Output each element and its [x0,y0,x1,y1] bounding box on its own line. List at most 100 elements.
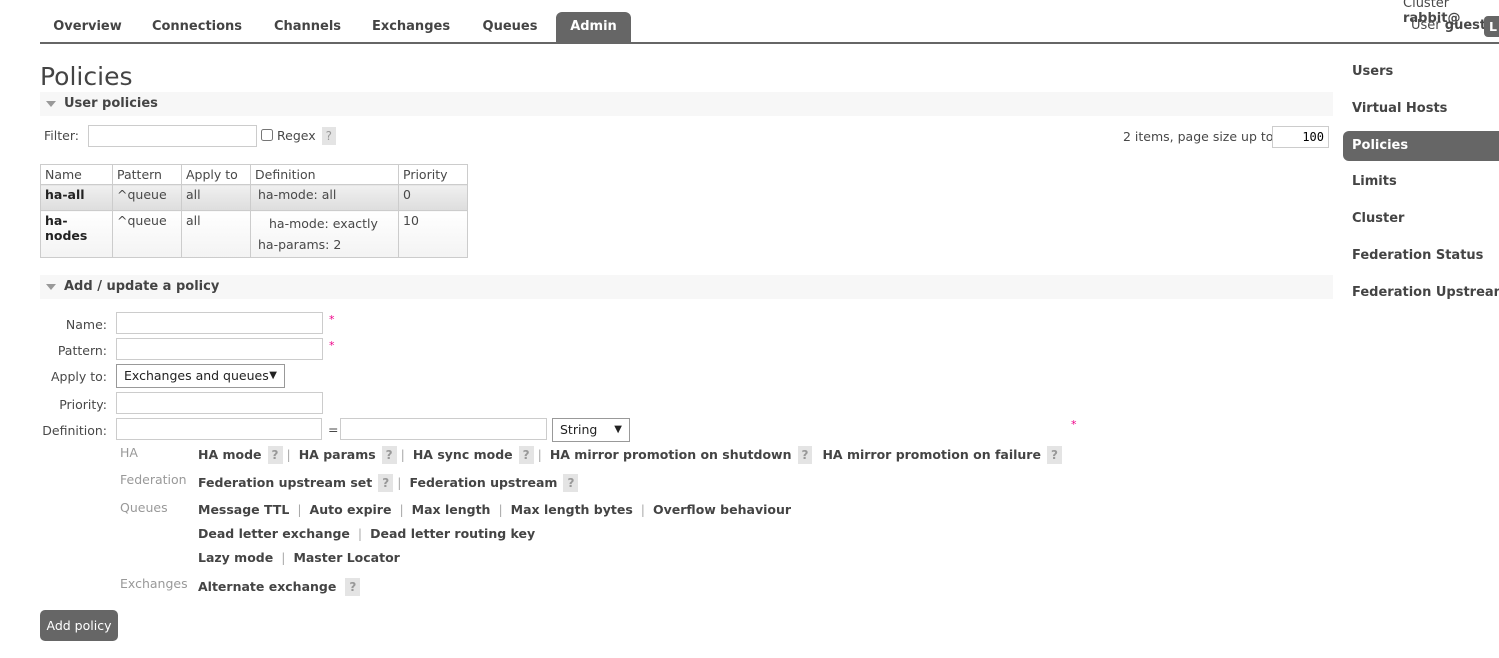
page-title: Policies [40,62,133,91]
def-value: all [321,187,337,202]
option-ha-promotion-shutdown[interactable]: HA mirror promotion on shutdown [550,447,792,462]
apply-to-value: Exchanges and queues [124,368,269,383]
sidebar-item-limits[interactable]: Limits [1352,174,1397,189]
group-federation-label: Federation [120,472,187,487]
table-row[interactable]: ha-all ^queue all ha-mode: all 0 [40,184,468,211]
col-pattern: Pattern [112,164,182,185]
option-ha-mode[interactable]: HA mode [198,447,262,462]
sidebar-item-federation-upstreams[interactable]: Federation Upstreams [1352,285,1499,300]
priority-label: Priority: [59,397,107,412]
nav-divider [40,42,1499,44]
option-dead-letter-exchange[interactable]: Dead letter exchange [198,526,350,541]
queues-options: Message TTL | Auto expire | Max length | Max l… [198,502,792,517]
sidebar-item-policies[interactable]: Policies [1343,131,1499,161]
option-federation-upstream-set[interactable]: Federation upstream set [198,475,372,490]
group-queues-label: Queues [120,500,168,515]
def-key: ha-mode: [269,216,329,231]
user-name: guest [1444,18,1487,33]
collapse-triangle-icon [46,284,56,290]
filter-label: Filter: [44,128,79,143]
option-ha-params[interactable]: HA params [299,447,376,462]
option-master-locator[interactable]: Master Locator [293,550,399,565]
collapse-triangle-icon [46,101,56,107]
policy-definition: ha-mode: exactly ha-params: 2 [250,210,399,258]
policy-priority: 0 [398,184,468,211]
option-dead-letter-routing-key[interactable]: Dead letter routing key [370,526,535,541]
table-header-row: Name Pattern Apply to Definition Priorit… [40,164,468,185]
help-icon[interactable]: ? [267,446,283,464]
help-icon[interactable]: ? [1046,446,1062,464]
user-policies-header[interactable]: User policies [40,92,1333,116]
user-label: User [1411,18,1441,33]
required-marker: * [1071,418,1077,431]
group-exchanges-label: Exchanges [120,576,188,591]
option-lazy-mode[interactable]: Lazy mode [198,550,273,565]
exchanges-options: Alternate exchange? [198,578,361,596]
tab-overview[interactable]: Overview [40,12,135,43]
option-ha-promotion-failure[interactable]: HA mirror promotion on failure [822,447,1040,462]
policy-apply-to: all [181,210,251,258]
option-max-length-bytes[interactable]: Max length bytes [511,502,633,517]
policy-pattern: ^queue [112,210,182,258]
help-icon[interactable]: ? [345,578,361,596]
tab-admin[interactable]: Admin [556,12,631,43]
required-marker: * [329,313,335,326]
page-size-input[interactable] [1272,126,1329,148]
user-info: User guest [1411,18,1486,33]
priority-input[interactable] [116,392,323,414]
definition-type-select[interactable]: String ▼ [552,418,630,442]
help-icon[interactable]: ? [381,446,397,464]
queues-options-misc: Lazy mode | Master Locator [198,550,400,565]
help-icon[interactable]: ? [378,474,394,492]
help-icon[interactable]: ? [321,127,336,145]
option-ha-sync-mode[interactable]: HA sync mode [413,447,513,462]
dropdown-arrow-icon: ▼ [614,424,622,435]
option-message-ttl[interactable]: Message TTL [198,502,289,517]
help-icon[interactable]: ? [797,446,813,464]
policy-apply-to: all [181,184,251,211]
section-title: Add / update a policy [64,279,220,294]
name-input[interactable] [116,312,323,334]
definition-key-input[interactable] [116,418,322,440]
option-federation-upstream[interactable]: Federation upstream [409,475,557,490]
option-auto-expire[interactable]: Auto expire [310,502,392,517]
pattern-input[interactable] [116,338,323,360]
def-key: ha-params: [258,237,330,252]
help-icon[interactable]: ? [518,446,534,464]
apply-to-select[interactable]: Exchanges and queues ▼ [116,364,285,388]
policy-priority: 10 [398,210,468,258]
queues-options-dlx: Dead letter exchange | Dead letter routing… [198,526,536,541]
policy-name[interactable]: ha-nodes [40,210,113,258]
option-max-length[interactable]: Max length [412,502,491,517]
logout-button[interactable]: L [1484,16,1499,37]
option-alternate-exchange[interactable]: Alternate exchange [198,579,336,594]
tab-queues[interactable]: Queues [468,12,552,43]
policy-name[interactable]: ha-all [40,184,113,211]
policy-pattern: ^queue [112,184,182,211]
add-policy-header[interactable]: Add / update a policy [40,275,1333,299]
table-row[interactable]: ha-nodes ^queue all ha-mode: exactly ha-p… [40,210,468,258]
tab-exchanges[interactable]: Exchanges [358,12,464,43]
def-key: ha-mode: [258,187,318,202]
ha-options: HA mode? | HA params? | HA sync mode? | HA mir… [198,446,1062,464]
equals-sign: = [328,422,339,437]
required-marker: * [329,339,335,352]
sidebar-item-virtual-hosts[interactable]: Virtual Hosts [1352,101,1447,116]
tab-channels[interactable]: Channels [260,12,355,43]
regex-checkbox[interactable] [261,129,273,141]
definition-value-input[interactable] [340,418,547,440]
policies-table: Name Pattern Apply to Definition Priorit… [40,164,468,258]
tab-connections[interactable]: Connections [137,12,257,43]
filter-input[interactable] [88,125,257,147]
add-policy-button[interactable]: Add policy [40,610,118,641]
definition-label: Definition: [42,423,107,438]
sidebar-item-federation-status[interactable]: Federation Status [1352,248,1483,263]
paging-text: 2 items, page size up to [1123,129,1274,144]
option-overflow-behaviour[interactable]: Overflow behaviour [653,502,791,517]
sidebar-item-cluster[interactable]: Cluster [1352,211,1404,226]
sidebar-item-users[interactable]: Users [1352,64,1393,79]
group-ha-label: HA [120,445,138,460]
apply-to-label: Apply to: [50,369,107,384]
help-icon[interactable]: ? [563,474,579,492]
col-name: Name [40,164,113,185]
